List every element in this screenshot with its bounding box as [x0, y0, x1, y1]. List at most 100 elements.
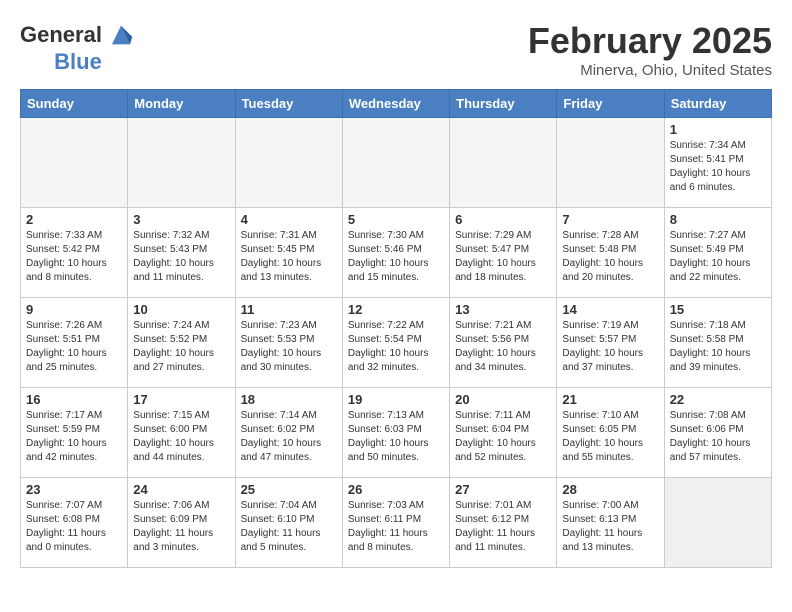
calendar-cell: 12 Sunrise: 7:22 AM Sunset: 5:54 PM Dayli… [342, 298, 449, 388]
logo: General Blue [20, 20, 136, 74]
calendar-cell: 15 Sunrise: 7:18 AM Sunset: 5:58 PM Dayli… [664, 298, 771, 388]
day-info: Sunrise: 7:30 AM Sunset: 5:46 PM Dayligh… [348, 229, 444, 285]
day-info: Sunrise: 7:26 AM Sunset: 5:51 PM Dayligh… [26, 319, 122, 375]
day-info: Sunrise: 7:23 AM Sunset: 5:53 PM Dayligh… [241, 319, 337, 375]
location-text: Minerva, Ohio, United States [528, 62, 772, 79]
weekday-header-saturday: Saturday [664, 90, 771, 118]
calendar-cell [235, 118, 342, 208]
calendar-week-row: 23 Sunrise: 7:07 AM Sunset: 6:08 PM Dayli… [21, 478, 772, 568]
weekday-header-monday: Monday [128, 90, 235, 118]
day-number: 4 [241, 212, 337, 227]
day-number: 8 [670, 212, 766, 227]
calendar-cell: 5 Sunrise: 7:30 AM Sunset: 5:46 PM Daylig… [342, 208, 449, 298]
calendar-cell: 1 Sunrise: 7:34 AM Sunset: 5:41 PM Daylig… [664, 118, 771, 208]
day-info: Sunrise: 7:10 AM Sunset: 6:05 PM Dayligh… [562, 409, 658, 465]
day-info: Sunrise: 7:21 AM Sunset: 5:56 PM Dayligh… [455, 319, 551, 375]
day-info: Sunrise: 7:27 AM Sunset: 5:49 PM Dayligh… [670, 229, 766, 285]
calendar-cell: 25Sunrise: 7:04 AM Sunset: 6:10 PM Dayli… [235, 478, 342, 568]
logo-icon [106, 20, 136, 50]
day-number: 1 [670, 122, 766, 137]
calendar-cell: 23 Sunrise: 7:07 AM Sunset: 6:08 PM Dayli… [21, 478, 128, 568]
calendar-cell [342, 118, 449, 208]
day-info: Sunrise: 7:14 AM Sunset: 6:02 PM Dayligh… [241, 409, 337, 465]
day-info: Sunrise: 7:00 AM Sunset: 6:13 PM Dayligh… [562, 499, 658, 555]
calendar-cell: 21 Sunrise: 7:10 AM Sunset: 6:05 PM Dayli… [557, 388, 664, 478]
day-number: 9 [26, 302, 122, 317]
calendar-cell [450, 118, 557, 208]
calendar-cell: 17 Sunrise: 7:15 AM Sunset: 6:00 PM Dayli… [128, 388, 235, 478]
calendar-cell: 3Sunrise: 7:32 AM Sunset: 5:43 PM Daylig… [128, 208, 235, 298]
title-block: February 2025 Minerva, Ohio, United Stat… [528, 20, 772, 79]
logo-text: General [20, 23, 102, 47]
day-number: 3 [133, 212, 229, 227]
weekday-header-row: SundayMondayTuesdayWednesdayThursdayFrid… [21, 90, 772, 118]
day-number: 18 [241, 392, 337, 407]
day-info: Sunrise: 7:19 AM Sunset: 5:57 PM Dayligh… [562, 319, 658, 375]
weekday-header-friday: Friday [557, 90, 664, 118]
day-number: 16 [26, 392, 122, 407]
calendar-cell: 4Sunrise: 7:31 AM Sunset: 5:45 PM Daylig… [235, 208, 342, 298]
day-number: 24 [133, 482, 229, 497]
day-info: Sunrise: 7:13 AM Sunset: 6:03 PM Dayligh… [348, 409, 444, 465]
calendar-cell [664, 478, 771, 568]
calendar-cell: 18 Sunrise: 7:14 AM Sunset: 6:02 PM Dayli… [235, 388, 342, 478]
day-number: 23 [26, 482, 122, 497]
day-number: 19 [348, 392, 444, 407]
day-number: 2 [26, 212, 122, 227]
day-info: Sunrise: 7:01 AM Sunset: 6:12 PM Dayligh… [455, 499, 551, 555]
calendar-cell: 9 Sunrise: 7:26 AM Sunset: 5:51 PM Daylig… [21, 298, 128, 388]
day-info: Sunrise: 7:06 AM Sunset: 6:09 PM Dayligh… [133, 499, 229, 555]
day-number: 21 [562, 392, 658, 407]
day-info: Sunrise: 7:22 AM Sunset: 5:54 PM Dayligh… [348, 319, 444, 375]
day-info: Sunrise: 7:11 AM Sunset: 6:04 PM Dayligh… [455, 409, 551, 465]
calendar-cell: 10Sunrise: 7:24 AM Sunset: 5:52 PM Dayli… [128, 298, 235, 388]
day-number: 6 [455, 212, 551, 227]
day-info: Sunrise: 7:28 AM Sunset: 5:48 PM Dayligh… [562, 229, 658, 285]
day-number: 27 [455, 482, 551, 497]
calendar-cell: 7 Sunrise: 7:28 AM Sunset: 5:48 PM Daylig… [557, 208, 664, 298]
calendar-cell [128, 118, 235, 208]
day-number: 20 [455, 392, 551, 407]
calendar-table: SundayMondayTuesdayWednesdayThursdayFrid… [20, 89, 772, 568]
calendar-cell: 28 Sunrise: 7:00 AM Sunset: 6:13 PM Dayli… [557, 478, 664, 568]
calendar-cell: 24 Sunrise: 7:06 AM Sunset: 6:09 PM Dayli… [128, 478, 235, 568]
day-info: Sunrise: 7:29 AM Sunset: 5:47 PM Dayligh… [455, 229, 551, 285]
weekday-header-sunday: Sunday [21, 90, 128, 118]
day-info: Sunrise: 7:15 AM Sunset: 6:00 PM Dayligh… [133, 409, 229, 465]
day-info: Sunrise: 7:18 AM Sunset: 5:58 PM Dayligh… [670, 319, 766, 375]
calendar-cell: 13 Sunrise: 7:21 AM Sunset: 5:56 PM Dayli… [450, 298, 557, 388]
weekday-header-tuesday: Tuesday [235, 90, 342, 118]
day-number: 17 [133, 392, 229, 407]
day-number: 11 [241, 302, 337, 317]
calendar-cell [21, 118, 128, 208]
day-number: 12 [348, 302, 444, 317]
calendar-cell: 8 Sunrise: 7:27 AM Sunset: 5:49 PM Daylig… [664, 208, 771, 298]
day-info: Sunrise: 7:34 AM Sunset: 5:41 PM Dayligh… [670, 139, 766, 195]
day-number: 14 [562, 302, 658, 317]
day-info: Sunrise: 7:33 AM Sunset: 5:42 PM Dayligh… [26, 229, 122, 285]
day-number: 26 [348, 482, 444, 497]
weekday-header-thursday: Thursday [450, 90, 557, 118]
day-number: 5 [348, 212, 444, 227]
calendar-week-row: 1 Sunrise: 7:34 AM Sunset: 5:41 PM Daylig… [21, 118, 772, 208]
calendar-cell: 2 Sunrise: 7:33 AM Sunset: 5:42 PM Daylig… [21, 208, 128, 298]
calendar-cell: 22Sunrise: 7:08 AM Sunset: 6:06 PM Dayli… [664, 388, 771, 478]
month-title: February 2025 [528, 20, 772, 62]
calendar-cell: 19 Sunrise: 7:13 AM Sunset: 6:03 PM Dayli… [342, 388, 449, 478]
day-info: Sunrise: 7:04 AM Sunset: 6:10 PM Dayligh… [241, 499, 337, 555]
day-number: 28 [562, 482, 658, 497]
calendar-week-row: 9 Sunrise: 7:26 AM Sunset: 5:51 PM Daylig… [21, 298, 772, 388]
weekday-header-wednesday: Wednesday [342, 90, 449, 118]
calendar-cell: 16Sunrise: 7:17 AM Sunset: 5:59 PM Dayli… [21, 388, 128, 478]
day-info: Sunrise: 7:07 AM Sunset: 6:08 PM Dayligh… [26, 499, 122, 555]
day-number: 13 [455, 302, 551, 317]
day-number: 15 [670, 302, 766, 317]
calendar-week-row: 16Sunrise: 7:17 AM Sunset: 5:59 PM Dayli… [21, 388, 772, 478]
calendar-week-row: 2 Sunrise: 7:33 AM Sunset: 5:42 PM Daylig… [21, 208, 772, 298]
day-info: Sunrise: 7:08 AM Sunset: 6:06 PM Dayligh… [670, 409, 766, 465]
calendar-cell [557, 118, 664, 208]
calendar-cell: 27 Sunrise: 7:01 AM Sunset: 6:12 PM Dayli… [450, 478, 557, 568]
day-number: 7 [562, 212, 658, 227]
calendar-cell: 14 Sunrise: 7:19 AM Sunset: 5:57 PM Dayli… [557, 298, 664, 388]
day-info: Sunrise: 7:24 AM Sunset: 5:52 PM Dayligh… [133, 319, 229, 375]
